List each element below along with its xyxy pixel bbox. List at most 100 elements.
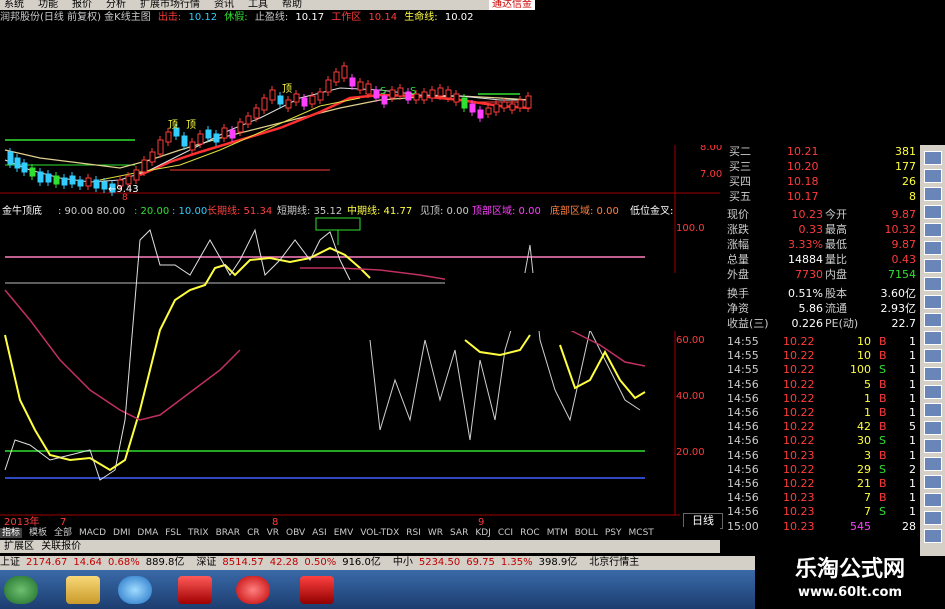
toolbar-icon[interactable]	[924, 241, 942, 255]
candlestick	[429, 89, 436, 99]
stat-value-right: 10.32	[884, 223, 917, 236]
toolbar-icon[interactable]	[924, 187, 942, 201]
toolbar-icon[interactable]	[924, 511, 942, 525]
toolbar-icon[interactable]	[924, 439, 942, 453]
toolbar-icon[interactable]	[924, 313, 942, 327]
red-browser-icon[interactable]	[236, 576, 270, 604]
bid-price: 10.17	[787, 190, 819, 203]
indicator-tick-label: 20.00	[676, 447, 705, 458]
start-button-icon[interactable]	[4, 576, 38, 604]
indicator-tab[interactable]: MTM	[547, 528, 568, 538]
menu-item[interactable]: 功能	[38, 0, 58, 10]
tick-row: 14:55 10.22 100 S 1	[725, 363, 920, 377]
toolbar-icon[interactable]	[924, 367, 942, 381]
indicator-tabs: 指标 模板 全部 MACD DMI DMA FSL TRIX BRAR CR VR OBV ASI EMV…	[0, 527, 720, 540]
stat-label-right: 最高	[825, 223, 847, 236]
candlestick	[293, 93, 300, 103]
toolbar-icon[interactable]	[924, 169, 942, 183]
indicator-tab[interactable]: EMV	[334, 528, 354, 538]
indicator-tab[interactable]: BRAR	[216, 528, 240, 538]
tick-row: 15:00 10.23 545 28	[725, 520, 920, 534]
indicator-tab[interactable]: SAR	[450, 528, 468, 538]
tab-extension[interactable]: 扩展区	[4, 541, 34, 552]
tick-count: 28	[902, 519, 916, 533]
indicator-tab[interactable]: CCI	[498, 528, 513, 538]
indicator-tab[interactable]: ASI	[312, 528, 327, 538]
toolbar-icon[interactable]	[924, 277, 942, 291]
toolbar-icon[interactable]	[924, 457, 942, 471]
indicator-tab[interactable]: VOL-TDX	[360, 528, 399, 538]
tick-time: 15:00	[727, 519, 759, 533]
menu-item[interactable]: 帮助	[282, 0, 302, 10]
indicator-tab[interactable]: RSI	[406, 528, 421, 538]
stat-label-left: 收益(三)	[727, 317, 769, 330]
index-val: 5234.50	[418, 557, 461, 568]
tick-side: B	[879, 349, 887, 363]
tick-row: 14:56 10.22 30 S 1	[725, 434, 920, 448]
indicator-tab[interactable]: OBV	[286, 528, 305, 538]
stock-app-icon[interactable]	[300, 576, 334, 604]
tick-volume: 7	[864, 505, 871, 519]
toolbar-icon[interactable]	[924, 493, 942, 507]
tick-count: 1	[909, 477, 916, 490]
indicator-tab[interactable]: ROC	[520, 528, 540, 538]
toolbar-icon[interactable]	[924, 259, 942, 273]
toolbar-icon[interactable]	[924, 421, 942, 435]
indicator-tab[interactable]: 全部	[54, 528, 72, 538]
ie-browser-icon[interactable]	[118, 576, 152, 604]
indicator-header-item: 长期线: 51.34	[207, 204, 272, 217]
toolbar-icon[interactable]	[924, 475, 942, 489]
indicator-tab[interactable]: 指标	[0, 528, 23, 538]
indicator-tab[interactable]: FSL	[165, 528, 181, 538]
index-quote[interactable]: 中小 5234.50 69.75 1.35% 398.9亿	[393, 557, 583, 568]
indicator-header-item: : 10.00	[172, 206, 207, 217]
toolbar-icon[interactable]	[924, 205, 942, 219]
tick-count: 1	[909, 434, 916, 448]
toolbar-icon[interactable]	[924, 385, 942, 399]
stat-label-left: 总量	[727, 253, 749, 266]
indicator-header-item: 底部区域: 0.00	[550, 204, 619, 217]
indicator-tab[interactable]: PSY	[605, 528, 622, 538]
menu-item[interactable]: 资讯	[214, 0, 234, 10]
indicator-header-item: 短期线: 35.12	[277, 204, 342, 217]
red-app-icon[interactable]	[178, 576, 212, 604]
candlestick	[373, 89, 380, 99]
tick-row: 14:56 10.22 42 B 5	[725, 420, 920, 434]
indicator-tab[interactable]: TRIX	[188, 528, 209, 538]
indicator-tab[interactable]: WR	[428, 528, 443, 538]
candlestick	[517, 99, 524, 109]
menu-item[interactable]: 分析	[106, 0, 126, 10]
tab-related-quotes[interactable]: 关联报价	[41, 541, 81, 552]
stat-label-left: 外盘	[727, 268, 749, 281]
indicator-tab[interactable]: BOLL	[575, 528, 598, 538]
candlestick	[397, 87, 404, 97]
toolbar-icon[interactable]	[924, 349, 942, 363]
toolbar-icon[interactable]	[924, 331, 942, 345]
indicator-tab[interactable]: DMI	[113, 528, 130, 538]
index-quote[interactable]: 深证 8514.57 42.28 0.50% 916.0亿	[196, 557, 386, 568]
menu-item[interactable]: 扩展市场行情	[140, 0, 200, 10]
toolbar-icon[interactable]	[924, 295, 942, 309]
indicator-tab[interactable]: KDJ	[475, 528, 491, 538]
toolbar-icon[interactable]	[924, 403, 942, 417]
toolbar-icon[interactable]	[924, 529, 942, 543]
index-quote[interactable]: 上证 2174.67 14.64 0.68% 889.8亿	[0, 557, 190, 568]
toolbar-icon[interactable]	[924, 151, 942, 165]
indicator-tab[interactable]: CR	[247, 528, 260, 538]
indicator-tab[interactable]: 模板	[29, 528, 47, 538]
indicator-tab[interactable]: MACD	[79, 528, 106, 538]
folder-icon[interactable]	[66, 576, 100, 604]
menu-item[interactable]: 工具	[248, 0, 268, 10]
indicator-tab[interactable]: DMA	[137, 528, 158, 538]
tick-price: 10.22	[783, 363, 815, 377]
menu-item[interactable]: 系统	[4, 0, 24, 10]
menu-item[interactable]: 报价	[72, 0, 92, 10]
indicator-tab[interactable]: VR	[267, 528, 279, 538]
indicator-tick-label: 40.00	[676, 391, 705, 402]
candlestick	[301, 97, 308, 107]
tick-row: 14:56 10.22 1 B 1	[725, 406, 920, 420]
indicator-tab[interactable]: MCST	[629, 528, 654, 538]
toolbar-icon[interactable]	[924, 223, 942, 237]
candlestick	[445, 89, 452, 99]
candlestick	[77, 179, 84, 187]
